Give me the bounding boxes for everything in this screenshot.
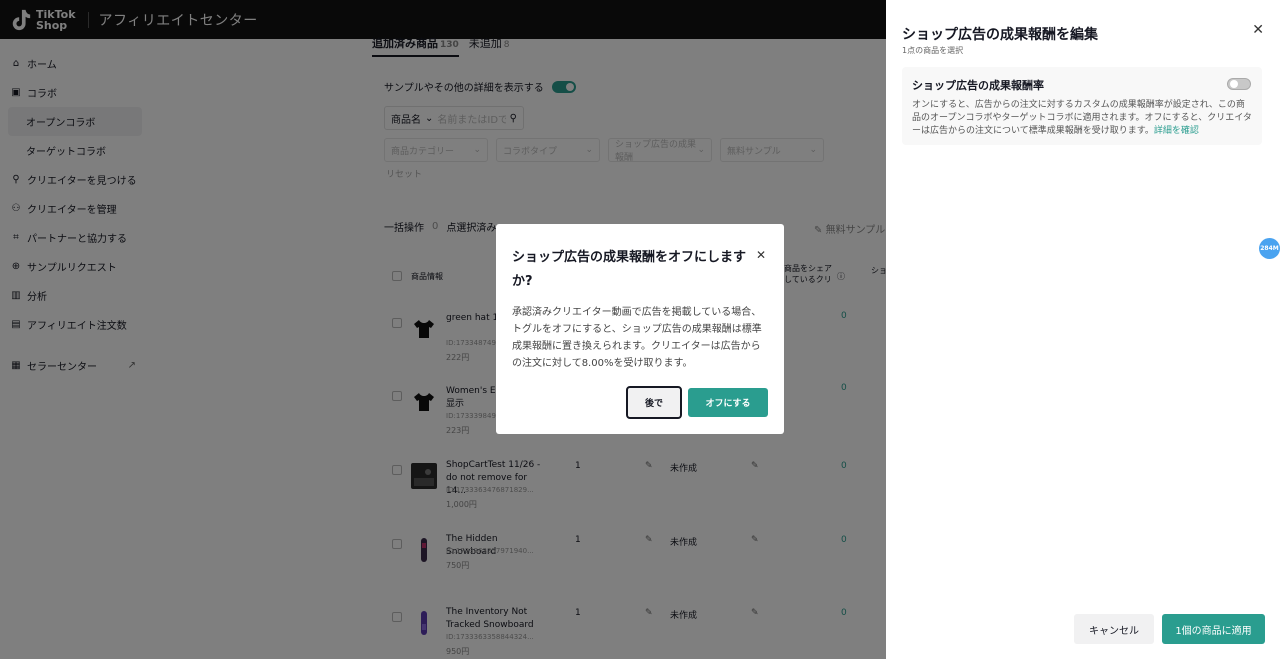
memory-badge[interactable]: 284M [1259,238,1280,259]
shop-ads-rate-toggle[interactable] [1227,78,1251,90]
panel-description: オンにすると、広告からの注文に対するカスタムの成果報酬率が設定され、この商品のオ… [912,99,1252,138]
turn-off-button[interactable]: オフにする [688,388,768,417]
cancel-button[interactable]: キャンセル [1074,614,1154,644]
close-icon[interactable]: ✕ [1252,22,1264,38]
later-button[interactable]: 後で [626,386,682,419]
panel-title: ショップ広告の成果報酬率 [912,79,1044,92]
learn-more-link[interactable]: 詳細を確認 [1154,126,1199,136]
shop-ads-rate-panel: ショップ広告の成果報酬率 オンにすると、広告からの注文に対するカスタムの成果報酬… [902,67,1262,145]
apply-button[interactable]: 1個の商品に適用 [1162,614,1265,644]
drawer-subtitle: 1点の商品を選択 [902,46,964,55]
modal-body: 承認済みクリエイター動画で広告を掲載している場合、トグルをオフにすると、ショップ… [512,307,762,369]
edit-shop-ads-drawer: ショップ広告の成果報酬を編集 1点の商品を選択 ✕ ショップ広告の成果報酬率 オ… [886,0,1280,659]
panel-desc-text: オンにすると、広告からの注文に対するカスタムの成果報酬率が設定され、この商品のオ… [912,100,1252,136]
modal-title: ショップ広告の成果報酬をオフにしますか? [512,250,747,289]
close-icon[interactable]: ✕ [756,248,766,262]
confirm-turn-off-modal: ショップ広告の成果報酬をオフにしますか? ✕ 承認済みクリエイター動画で広告を掲… [496,224,784,434]
drawer-title: ショップ広告の成果報酬を編集 [902,27,1098,43]
